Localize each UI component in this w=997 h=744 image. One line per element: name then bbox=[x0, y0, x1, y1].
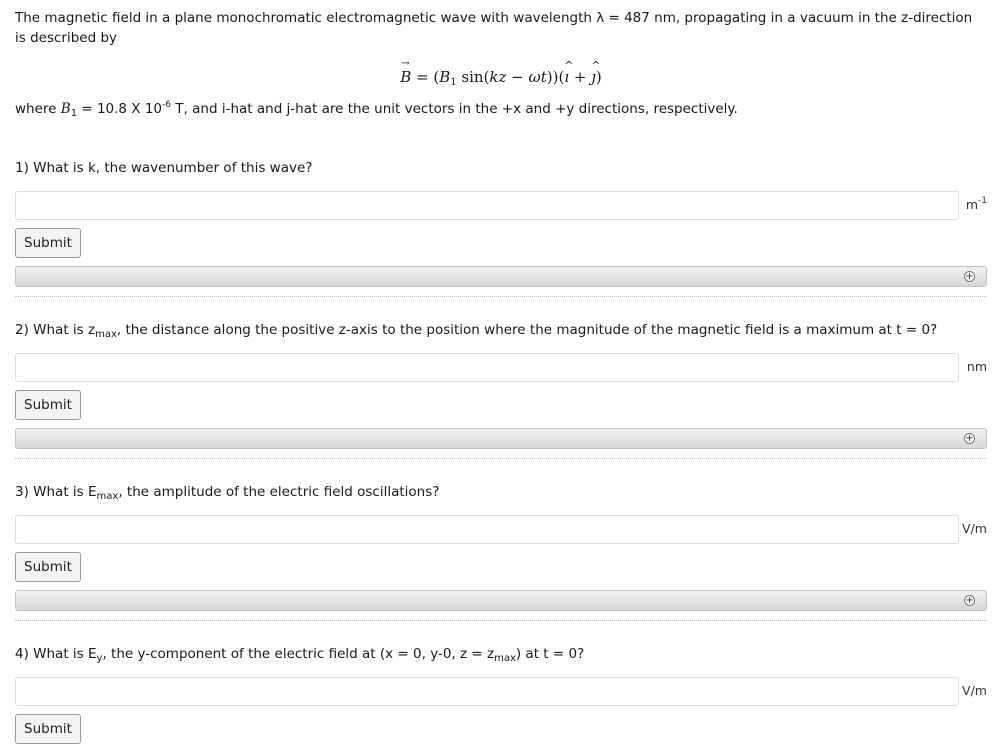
eq-wt: ωt bbox=[528, 68, 547, 86]
help-bar-3[interactable]: + bbox=[15, 590, 987, 611]
b1-value: = 10.8 X 10 bbox=[77, 101, 163, 117]
where-suffix: T, and i-hat and j-hat are the unit vect… bbox=[171, 101, 738, 117]
question-2: 2) What is zmax, the distance along the … bbox=[15, 320, 987, 459]
eq-j-hat: ȷ bbox=[591, 59, 600, 86]
divider bbox=[15, 458, 987, 459]
unit-text: m bbox=[965, 197, 979, 212]
question-3-text: 3) What is Emax, the amplitude of the el… bbox=[15, 482, 987, 502]
question-1-text: 1) What is k, the wavenumber of this wav… bbox=[15, 158, 987, 178]
question-number: 4) bbox=[15, 646, 34, 662]
answer-row-4: V/m bbox=[15, 677, 987, 706]
question-number: 2) bbox=[15, 322, 34, 338]
divider bbox=[15, 620, 987, 621]
expand-plus-icon[interactable]: + bbox=[964, 271, 975, 282]
question-prompt: What is E bbox=[33, 484, 97, 500]
problem-where: where B1 = 10.8 X 10-6 T, and i-hat and … bbox=[15, 99, 987, 119]
expand-plus-icon[interactable]: + bbox=[964, 433, 975, 444]
help-bar-1[interactable]: + bbox=[15, 266, 987, 287]
help-bar-2[interactable]: + bbox=[15, 428, 987, 449]
question-number: 1) bbox=[15, 160, 34, 176]
unit-superscript: -1 bbox=[978, 196, 987, 206]
question-number: 3) bbox=[15, 484, 34, 500]
unit-label-1: m-1 bbox=[961, 191, 987, 213]
question-prompt-end: ) at t = 0? bbox=[515, 646, 585, 662]
submit-button-4[interactable]: Submit bbox=[15, 714, 81, 744]
b1-symbol: B bbox=[60, 101, 71, 117]
question-prompt: What is z bbox=[33, 322, 96, 338]
question-prompt-rest: , the distance along the positive z-axis… bbox=[116, 322, 938, 338]
problem-intro: The magnetic field in a plane monochroma… bbox=[15, 8, 987, 48]
unit-label-4: V/m bbox=[962, 683, 987, 698]
submit-button-2[interactable]: Submit bbox=[15, 390, 81, 420]
question-prompt: What is E bbox=[33, 646, 97, 662]
question-1: 1) What is k, the wavenumber of this wav… bbox=[15, 158, 987, 297]
answer-input-1[interactable] bbox=[15, 191, 959, 220]
question-4: 4) What is Ey, the y-component of the el… bbox=[15, 644, 987, 744]
unit-label-3: V/m bbox=[962, 521, 987, 536]
eq-kz: kz bbox=[489, 68, 507, 86]
expand-plus-icon[interactable]: + bbox=[964, 595, 975, 606]
eq-mid: ))( bbox=[546, 68, 565, 86]
answer-row-1: m-1 bbox=[15, 191, 987, 220]
eq-sin: sin( bbox=[456, 68, 490, 86]
submit-button-1[interactable]: Submit bbox=[15, 228, 81, 258]
question-2-text: 2) What is zmax, the distance along the … bbox=[15, 320, 987, 340]
unit-label-2: nm bbox=[966, 359, 987, 374]
b1-exponent: -6 bbox=[162, 100, 172, 110]
eq-part: = ( bbox=[411, 68, 440, 86]
question-3: 3) What is Emax, the amplitude of the el… bbox=[15, 482, 987, 621]
question-prompt-rest: , the amplitude of the electric field os… bbox=[118, 484, 440, 500]
answer-input-2[interactable] bbox=[15, 353, 959, 382]
question-subscript: max bbox=[95, 329, 117, 340]
eq-i-hat: ı bbox=[564, 59, 573, 86]
answer-row-3: V/m bbox=[15, 515, 987, 544]
problem-container: The magnetic field in a plane monochroma… bbox=[15, 8, 987, 744]
question-prompt-rest: , the y-component of the electric field … bbox=[102, 646, 495, 662]
answer-input-4[interactable] bbox=[15, 677, 959, 706]
eq-minus: − bbox=[506, 68, 529, 86]
intro-text: The magnetic field in a plane monochroma… bbox=[15, 10, 973, 46]
question-subscript-2: max bbox=[494, 653, 516, 664]
magnetic-field-equation: B = (B1 sin(kz − ωt))(ı + ȷ) bbox=[15, 58, 987, 88]
where-prefix: where bbox=[15, 101, 61, 117]
divider bbox=[15, 296, 987, 297]
question-subscript: max bbox=[96, 491, 119, 502]
eq-b-vector: B bbox=[400, 58, 411, 86]
eq-b1: B bbox=[439, 68, 451, 86]
question-4-text: 4) What is Ey, the y-component of the el… bbox=[15, 644, 987, 664]
answer-row-2: nm bbox=[15, 353, 987, 382]
answer-input-3[interactable] bbox=[15, 515, 959, 544]
question-prompt: What is k, the wavenumber of this wave? bbox=[33, 160, 313, 176]
submit-button-3[interactable]: Submit bbox=[15, 552, 81, 582]
